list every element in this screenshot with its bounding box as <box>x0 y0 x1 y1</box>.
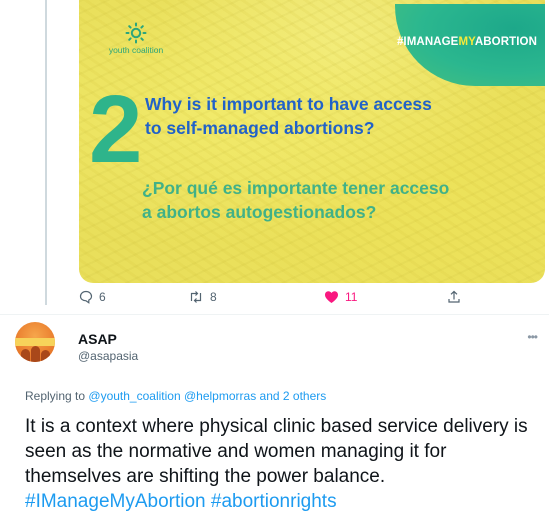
sun-icon <box>125 22 147 44</box>
avatar-figure <box>31 346 40 362</box>
mention-link[interactable]: @helpmorras <box>184 389 256 403</box>
thread-connector-line <box>45 0 47 305</box>
retweet-count: 8 <box>210 290 217 304</box>
avatar-band <box>15 338 55 346</box>
avatar-figure <box>41 350 50 362</box>
reply-button[interactable]: 6 <box>79 290 106 304</box>
mention-link[interactable]: @youth_coalition <box>88 389 180 403</box>
tweet-media-image[interactable]: #IMANAGEMYABORTION youth coalition 2 Why… <box>79 0 545 283</box>
like-count: 11 <box>345 290 358 304</box>
heart-icon <box>325 291 338 303</box>
tweet-actions: 6 8 11 <box>79 290 479 310</box>
question-spanish: ¿Por qué es importante tener acceso a ab… <box>142 178 450 222</box>
user-handle[interactable]: @asapasia <box>78 349 138 363</box>
share-button[interactable] <box>447 290 461 304</box>
replying-to: Replying to @youth_coalition @helpmorras… <box>25 389 327 403</box>
avatar-figure <box>21 349 30 362</box>
logo-text: youth coalition <box>108 45 164 55</box>
display-name[interactable]: ASAP <box>78 331 117 347</box>
hashtag-link[interactable]: #abortionrights <box>211 491 337 512</box>
hashtag-banner-text: #IMANAGEMYABORTION <box>396 36 537 48</box>
mention-link[interactable]: and 2 others <box>260 389 327 403</box>
hashtag-link[interactable]: #IManageMyAbortion <box>25 491 206 512</box>
question-number: 2 <box>89 76 143 183</box>
avatar[interactable] <box>15 322 55 362</box>
more-options-icon[interactable]: ••• <box>527 330 538 344</box>
youth-coalition-logo: youth coalition <box>101 22 171 55</box>
question-english: Why is it important to have access to se… <box>145 94 432 138</box>
tweet-divider <box>0 314 549 315</box>
share-icon <box>448 290 460 303</box>
reply-count: 6 <box>99 290 106 304</box>
retweet-button[interactable]: 8 <box>188 290 217 304</box>
retweet-icon <box>190 291 202 303</box>
like-button[interactable]: 11 <box>324 290 357 304</box>
tweet-text: It is a context where physical clinic ba… <box>25 416 528 512</box>
reply-icon <box>79 290 93 304</box>
